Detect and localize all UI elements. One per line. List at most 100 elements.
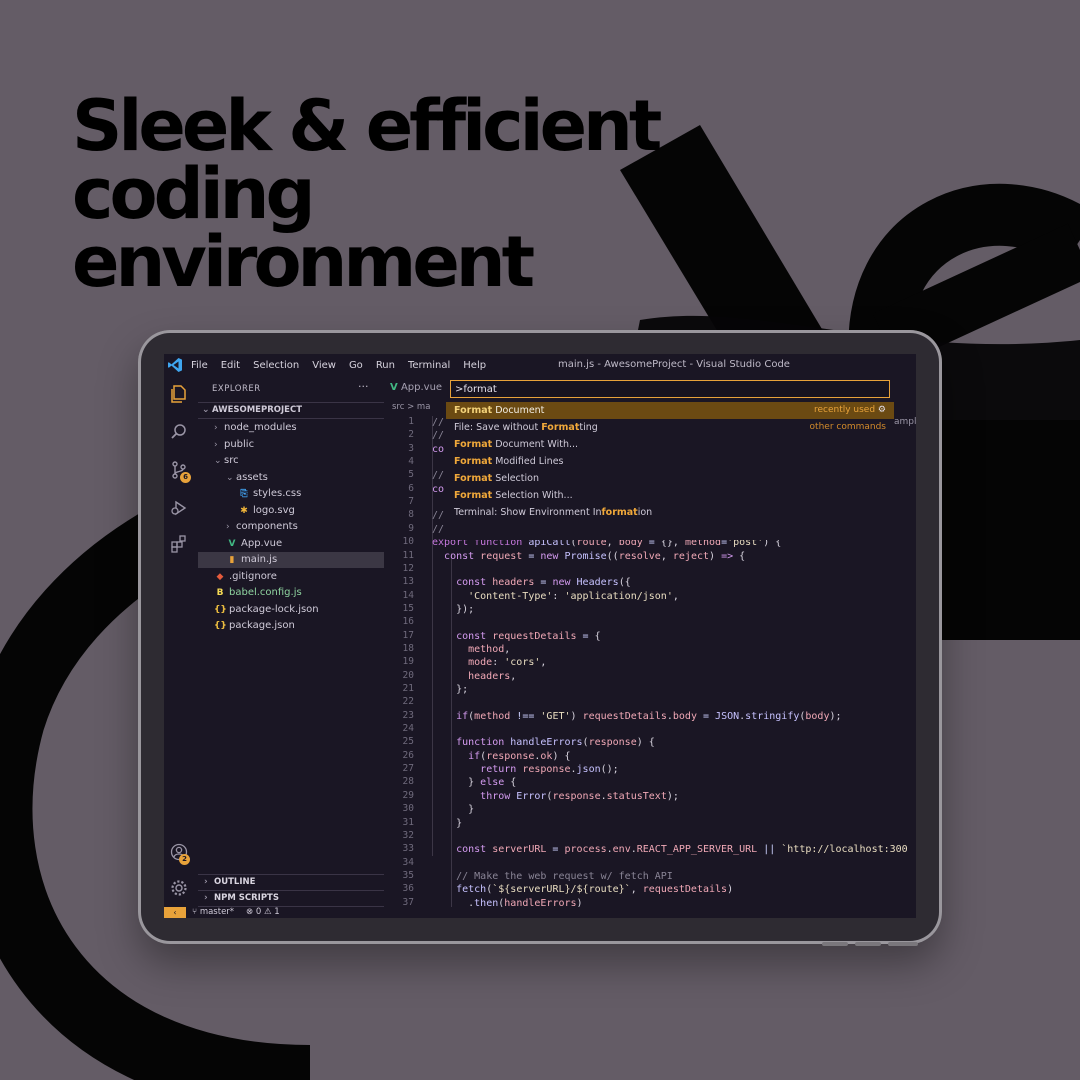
- match-highlight: Format: [454, 456, 493, 467]
- command-palette: >format Format Document recently used ⚙ Fi…: [446, 376, 894, 540]
- code-token: const: [444, 550, 481, 562]
- menu-terminal[interactable]: Terminal: [408, 360, 450, 371]
- code-line: throw Error(response.statusText);: [432, 790, 679, 803]
- command-palette-item[interactable]: Format Document recently used ⚙: [446, 402, 894, 419]
- tree-item-logo-svg[interactable]: ✱ logo.svg: [198, 503, 384, 519]
- code-token: body: [805, 710, 830, 722]
- line-number: 1: [408, 416, 414, 427]
- line-number: 20: [402, 669, 414, 681]
- tree-item-label: main.js: [241, 554, 278, 565]
- code-token: serverURL: [492, 844, 547, 856]
- git-branch[interactable]: ⑂ master*: [192, 907, 234, 918]
- hidden-text-overflow: ampl: [894, 417, 916, 427]
- search-icon[interactable]: [169, 422, 189, 442]
- code-token: 'application/json': [564, 590, 673, 602]
- tree-item-package-lock-json[interactable]: {} package-lock.json: [198, 602, 384, 618]
- command-text: File: Save without: [454, 422, 542, 433]
- line-number: 7: [408, 496, 414, 508]
- code-token: new: [552, 577, 577, 589]
- tree-item-babel-config-js[interactable]: Bbabel.config.js: [198, 585, 384, 601]
- code-line: const headers = new Headers({: [432, 576, 631, 589]
- headline-line-1: Sleek & efficient: [72, 85, 662, 167]
- code-token: ({: [618, 577, 631, 589]
- code-line: if(method !== 'GET') requestDetails.body…: [432, 710, 841, 723]
- code-token: =: [696, 710, 716, 722]
- npm-scripts-label: NPM SCRIPTS: [214, 893, 279, 903]
- tree-item-app-vue[interactable]: V App.vue: [198, 536, 384, 552]
- tree-item-assets[interactable]: ⌄ assets: [198, 470, 384, 486]
- menu-run[interactable]: Run: [376, 360, 395, 371]
- menu-edit[interactable]: Edit: [221, 360, 240, 371]
- vscode-logo-icon: [168, 358, 182, 372]
- line-number: 8: [408, 509, 414, 521]
- menu-file[interactable]: File: [191, 360, 208, 371]
- settings-gear-icon[interactable]: [169, 878, 189, 898]
- tablet-button: [855, 942, 881, 946]
- code-token: REACT_APP_SERVER_URL: [636, 844, 758, 856]
- tree-item-label: components: [236, 521, 298, 532]
- command-palette-item[interactable]: Terminal: Show Environment Information: [446, 504, 894, 521]
- code-token: return: [480, 764, 523, 776]
- code-token: env: [612, 844, 631, 856]
- remote-icon[interactable]: ‹: [164, 907, 186, 918]
- code-token: process: [564, 844, 607, 856]
- command-palette-item[interactable]: Format Modified Lines: [446, 453, 894, 470]
- code-token: {: [733, 550, 746, 562]
- code-token: if: [456, 710, 469, 722]
- line-number: 18: [402, 642, 414, 654]
- menu-view[interactable]: View: [312, 360, 336, 371]
- line-number: 28: [402, 776, 414, 788]
- code-token: 'GET': [540, 710, 571, 722]
- code-token: resolve: [618, 550, 661, 562]
- extensions-icon[interactable]: [169, 534, 189, 554]
- run-debug-icon[interactable]: [169, 498, 189, 518]
- command-category-text: recently used: [813, 405, 876, 415]
- tree-item-node-modules[interactable]: › node_modules: [198, 420, 384, 436]
- code-token: ,: [540, 657, 547, 669]
- command-palette-item[interactable]: Format Document With...: [446, 436, 894, 453]
- gear-icon[interactable]: ⚙: [875, 405, 886, 415]
- problems-status[interactable]: ⊗ 0 ⚠ 1: [246, 907, 280, 918]
- tree-item-label: logo.svg: [253, 504, 295, 516]
- tree-item-components[interactable]: › components: [198, 519, 384, 535]
- code-token: ,: [630, 884, 643, 896]
- code-token: handleErrors: [510, 737, 583, 749]
- menu-help[interactable]: Help: [463, 360, 486, 371]
- command-category-label: recently used ⚙: [814, 402, 886, 419]
- files-icon[interactable]: [169, 384, 189, 404]
- code-token: headers: [468, 670, 511, 682]
- code-token: //: [432, 470, 445, 482]
- code-token: fetch: [456, 884, 487, 896]
- code-token: requestDetails: [582, 710, 667, 722]
- tree-item-public[interactable]: › public: [198, 437, 384, 453]
- branch-name: master*: [199, 907, 235, 917]
- command-palette-input[interactable]: >format: [450, 380, 890, 398]
- command-palette-item[interactable]: Format Selection With...: [446, 487, 894, 504]
- npm-scripts-section[interactable]: › NPM SCRIPTS: [198, 890, 384, 907]
- breadcrumb[interactable]: src > ma: [392, 402, 430, 412]
- project-header[interactable]: ⌄ AWESOMEPROJECT: [198, 402, 384, 419]
- command-palette-item[interactable]: Format Selection: [446, 470, 894, 487]
- accounts-badge: 2: [179, 854, 190, 865]
- tree-item-label: src: [224, 455, 239, 466]
- explorer-more-button[interactable]: ···: [358, 380, 369, 393]
- tree-item-package-json[interactable]: {} package.json: [198, 618, 384, 634]
- menu-selection[interactable]: Selection: [253, 360, 299, 371]
- command-text: Selection: [492, 473, 539, 484]
- command-palette-item[interactable]: File: Save without Formatting other comma…: [446, 419, 894, 436]
- vue-file-icon: V: [390, 382, 398, 393]
- tree-item-src[interactable]: ⌄ src: [198, 453, 384, 469]
- explorer-title: EXPLORER: [212, 384, 261, 394]
- tree-item-styles-css[interactable]: ⎘ styles.css: [198, 486, 384, 502]
- code-line: return response.json();: [432, 763, 619, 776]
- code-token: //: [432, 430, 445, 442]
- tab-app-vue[interactable]: V App.vue: [390, 382, 442, 393]
- menu-go[interactable]: Go: [349, 360, 363, 371]
- outline-section[interactable]: › OUTLINE: [198, 874, 384, 890]
- code-token: };: [432, 684, 469, 695]
- tree-item--gitignore[interactable]: ◆ .gitignore: [198, 569, 384, 585]
- tree-item-main-js[interactable]: ▮ main.js: [198, 552, 384, 568]
- code-token: new: [540, 550, 565, 562]
- babel-file-icon: B: [216, 588, 224, 598]
